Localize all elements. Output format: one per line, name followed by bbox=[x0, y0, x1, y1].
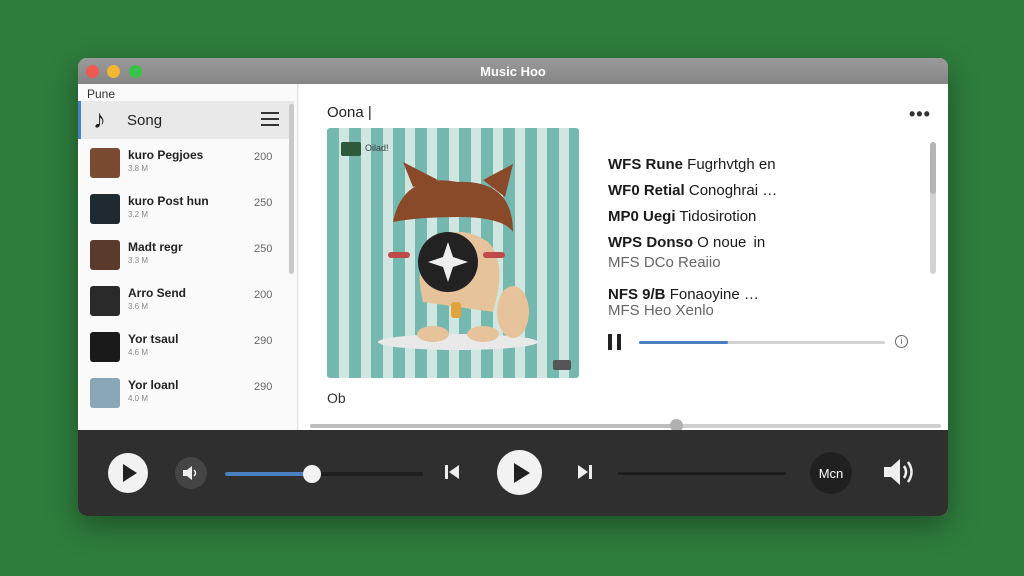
track-code: MFS DCo bbox=[608, 254, 674, 271]
now-playing-progress-fill bbox=[639, 341, 728, 344]
page-title: Oona | bbox=[327, 104, 372, 121]
previous-button[interactable] bbox=[443, 463, 461, 481]
song-count: 250 bbox=[254, 243, 273, 255]
next-button[interactable] bbox=[576, 463, 594, 481]
song-count: 290 bbox=[254, 335, 273, 347]
song-thumbnail bbox=[90, 148, 120, 178]
track-code: MP0 Uegi bbox=[608, 208, 676, 225]
seek-bar-fill bbox=[310, 424, 676, 428]
song-title: kuro Pegjoes bbox=[128, 148, 204, 162]
song-thumbnail bbox=[90, 286, 120, 316]
song-list-item[interactable]: Arro Send 3.6 M 200 bbox=[78, 280, 288, 326]
app-window: Music Hoo Pune ♪ Song kuro Pegjoes 3.8 M… bbox=[78, 58, 948, 516]
track-row[interactable]: MFS DCo Reaiio bbox=[608, 254, 721, 271]
song-title: Madt regr bbox=[128, 240, 183, 254]
sidebar-header[interactable]: ♪ Song bbox=[78, 101, 294, 139]
song-subtitle: 4.6 M bbox=[128, 348, 149, 357]
song-list-item[interactable]: kuro Pegjoes 3.8 M 200 bbox=[78, 142, 288, 188]
cat-illustration bbox=[378, 162, 538, 350]
song-list-item[interactable]: Madt regr 3.3 M 250 bbox=[78, 234, 288, 280]
track-code: WFS Rune bbox=[608, 156, 683, 173]
main-scrollbar-thumb[interactable] bbox=[930, 142, 936, 194]
sidebar-scrollbar[interactable] bbox=[289, 104, 294, 274]
track-code: WPS Donso bbox=[608, 234, 693, 251]
track-progress-slider[interactable] bbox=[618, 472, 786, 475]
song-count: 200 bbox=[254, 289, 273, 301]
album-artwork: Oilad! bbox=[327, 128, 579, 378]
song-title: Yor loanl bbox=[128, 378, 179, 392]
artwork-caption: Oilad! bbox=[365, 143, 389, 153]
song-title: Arro Send bbox=[128, 286, 187, 300]
volume-icon[interactable] bbox=[882, 456, 918, 488]
song-subtitle: 3.3 M bbox=[128, 256, 149, 265]
track-row[interactable]: WPS Donso O noue in bbox=[608, 234, 765, 251]
title-bar: Music Hoo bbox=[78, 58, 948, 84]
track-code: NFS 9/B bbox=[608, 286, 666, 303]
song-title: Yor tsaul bbox=[128, 332, 179, 346]
artwork-badge bbox=[341, 142, 361, 156]
previous-icon bbox=[445, 465, 459, 479]
track-name: Conoghrai … bbox=[688, 182, 778, 199]
song-list-item[interactable]: Yor loanl 4.0 M 290 bbox=[78, 372, 288, 418]
volume-slider[interactable] bbox=[225, 465, 423, 483]
main-panel: Oona | ••• Oilad! Ob WFS Rune Fugrhvtgh … bbox=[299, 84, 948, 430]
track-name: Xenlo bbox=[675, 302, 714, 319]
song-list-item[interactable]: Yor tsaul 4.6 M 290 bbox=[78, 326, 288, 372]
track-name: O noue in bbox=[697, 234, 766, 251]
player-controls: Mcn bbox=[78, 430, 948, 516]
song-list-item[interactable]: kuro Post hun 3.2 M 250 bbox=[78, 188, 288, 234]
volume-slider-handle[interactable] bbox=[303, 465, 322, 483]
song-thumbnail bbox=[90, 332, 120, 362]
track-name: Fugrhvtgh en bbox=[687, 156, 776, 173]
track-name: Tidosirotion bbox=[679, 208, 757, 225]
pause-icon[interactable] bbox=[608, 334, 622, 350]
song-count: 250 bbox=[254, 197, 273, 209]
song-count: 200 bbox=[254, 151, 273, 163]
info-icon[interactable]: i bbox=[895, 335, 908, 348]
track-row[interactable]: WFS Rune Fugrhvtgh en bbox=[608, 156, 776, 173]
song-thumbnail bbox=[90, 378, 120, 408]
artwork-corner-mark bbox=[553, 360, 571, 370]
music-note-icon: ♪ bbox=[93, 104, 106, 134]
next-icon bbox=[578, 465, 592, 479]
track-code: WF0 Retial bbox=[608, 182, 685, 199]
track-row[interactable]: WF0 Retial Conoghrai … bbox=[608, 182, 777, 199]
sidebar-title: Song bbox=[127, 112, 163, 129]
filter-icon[interactable] bbox=[261, 112, 279, 128]
more-icon[interactable]: ••• bbox=[909, 104, 931, 125]
volume-icon bbox=[183, 466, 197, 480]
sidebar-label: Pune bbox=[87, 87, 116, 101]
song-title: kuro Post hun bbox=[128, 194, 209, 208]
now-playing-progress[interactable] bbox=[639, 341, 885, 344]
track-row[interactable]: MP0 Uegi Tidosirotion bbox=[608, 208, 756, 225]
play-icon bbox=[123, 464, 137, 482]
song-subtitle: 3.8 M bbox=[128, 164, 149, 173]
track-code: MFS Heo bbox=[608, 302, 672, 319]
play-icon bbox=[514, 462, 530, 483]
play-pause-button[interactable] bbox=[497, 450, 542, 495]
volume-button[interactable] bbox=[175, 457, 207, 489]
sidebar: Pune ♪ Song kuro Pegjoes 3.8 M 200 kuro … bbox=[78, 84, 298, 430]
seek-bar[interactable] bbox=[310, 419, 941, 432]
album-footer-label: Ob bbox=[327, 390, 346, 406]
window-title: Music Hoo bbox=[480, 64, 546, 79]
mode-button[interactable]: Mcn bbox=[810, 452, 852, 494]
track-name: Fonaoyine … bbox=[669, 286, 759, 303]
song-subtitle: 4.0 M bbox=[128, 394, 149, 403]
track-name: Reaiio bbox=[678, 254, 721, 271]
play-button[interactable] bbox=[108, 453, 148, 493]
volume-slider-fill bbox=[225, 472, 313, 476]
track-row[interactable]: NFS 9/B Fonaoyine … bbox=[608, 286, 759, 303]
song-thumbnail bbox=[90, 240, 120, 270]
song-thumbnail bbox=[90, 194, 120, 224]
song-subtitle: 3.2 M bbox=[128, 210, 149, 219]
song-subtitle: 3.6 M bbox=[128, 302, 149, 311]
song-count: 290 bbox=[254, 381, 273, 393]
track-row[interactable]: MFS Heo Xenlo bbox=[608, 302, 714, 319]
